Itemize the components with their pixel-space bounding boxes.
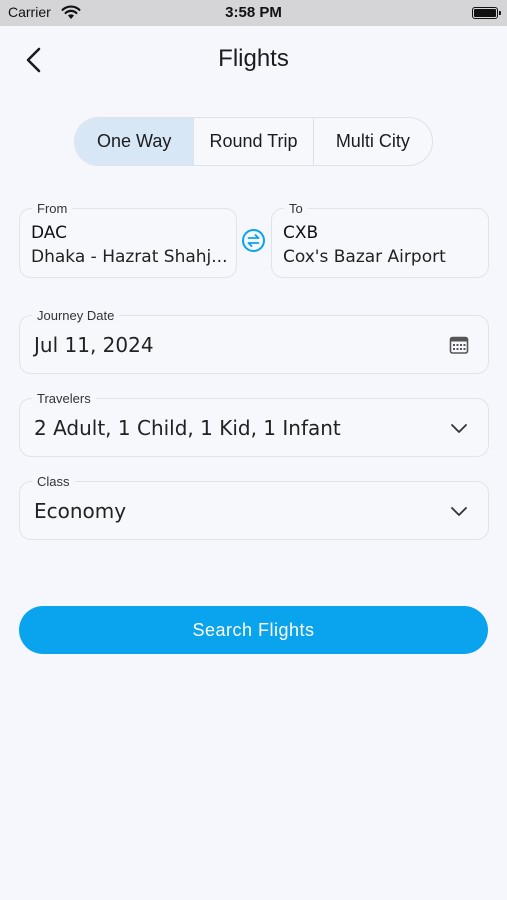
swap-icon[interactable] (241, 228, 266, 253)
search-flights-button[interactable]: Search Flights (19, 606, 488, 654)
to-airport: Cox's Bazar Airport (283, 247, 446, 267)
page-title: Flights (218, 45, 289, 72)
class-label: Class (32, 474, 75, 489)
to-label: To (284, 201, 308, 216)
chevron-down-icon[interactable] (449, 503, 469, 519)
tab-multi-city[interactable]: Multi City (314, 118, 432, 165)
tab-one-way[interactable]: One Way (75, 118, 195, 165)
travelers-label: Travelers (32, 391, 96, 406)
tab-round-trip[interactable]: Round Trip (194, 118, 314, 165)
battery-icon (472, 7, 501, 19)
calendar-icon[interactable] (449, 335, 469, 355)
from-airport: Dhaka - Hazrat Shahj... (31, 247, 228, 267)
class-value: Economy (34, 499, 127, 523)
class-dropdown[interactable]: Class Economy (19, 474, 489, 540)
clock: 3:58 PM (225, 4, 282, 21)
from-field[interactable]: From DAC Dhaka - Hazrat Shahj... (19, 201, 237, 278)
journey-date-field[interactable]: Journey Date Jul 11, 2024 (19, 308, 489, 374)
travelers-dropdown[interactable]: Travelers 2 Adult, 1 Child, 1 Kid, 1 Inf… (19, 391, 489, 457)
to-field[interactable]: To CXB Cox's Bazar Airport (271, 201, 489, 278)
journey-date-label: Journey Date (32, 308, 120, 323)
chevron-down-icon[interactable] (449, 420, 469, 436)
trip-type-toggle: One Way Round Trip Multi City (74, 117, 433, 166)
from-label: From (32, 201, 73, 216)
status-bar: Carrier 3:58 PM (0, 0, 507, 26)
to-code: CXB (283, 223, 319, 243)
journey-date-value: Jul 11, 2024 (34, 333, 154, 357)
travelers-value: 2 Adult, 1 Child, 1 Kid, 1 Infant (34, 416, 341, 440)
from-code: DAC (31, 223, 67, 243)
